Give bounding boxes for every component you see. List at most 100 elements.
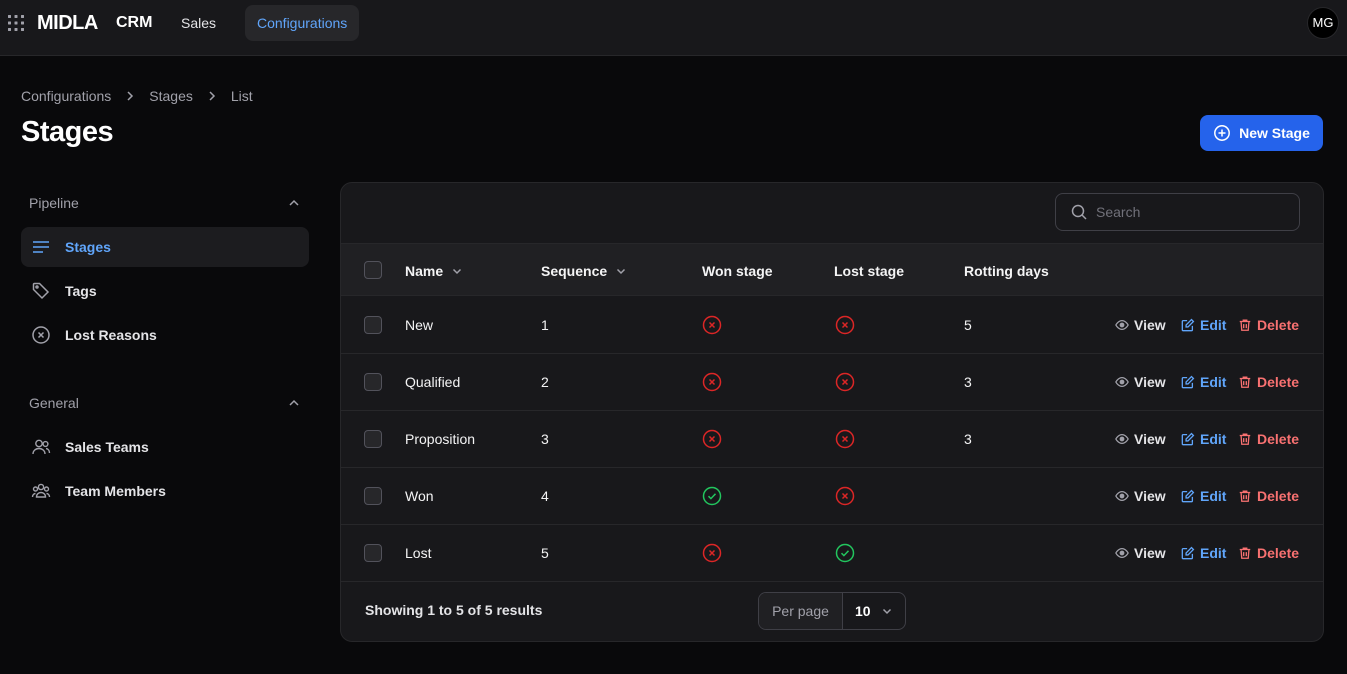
cell-name: New xyxy=(405,317,434,333)
chevron-down-icon xyxy=(615,265,627,277)
nav-sales[interactable]: Sales xyxy=(169,5,228,41)
cell-sequence: 5 xyxy=(541,545,549,561)
view-label: View xyxy=(1134,431,1166,447)
cell-lost-stage xyxy=(835,525,855,581)
delete-button[interactable]: Delete xyxy=(1238,297,1299,353)
edit-button[interactable]: Edit xyxy=(1181,297,1226,353)
trash-icon xyxy=(1238,489,1252,503)
sidebar-item-label: Team Members xyxy=(65,483,166,499)
select-all-checkbox[interactable] xyxy=(364,261,382,279)
column-header-sequence[interactable]: Sequence xyxy=(541,244,627,297)
breadcrumb-configurations[interactable]: Configurations xyxy=(21,88,111,104)
edit-button[interactable]: Edit xyxy=(1181,525,1226,581)
cell-won-stage xyxy=(702,354,722,410)
sidebar-group-header[interactable]: General xyxy=(21,391,309,415)
x-circle-icon xyxy=(702,543,722,563)
x-circle-icon xyxy=(835,486,855,506)
sidebar-item-label: Stages xyxy=(65,239,111,255)
pencil-square-icon xyxy=(1181,546,1195,560)
sidebar-group-general: General Sales Teams Team Members xyxy=(21,391,309,511)
user-avatar[interactable]: MG xyxy=(1307,7,1339,39)
sidebar-item-lost-reasons[interactable]: Lost Reasons xyxy=(21,315,309,355)
column-label: Won stage xyxy=(702,262,773,279)
sidebar-item-stages[interactable]: Stages xyxy=(21,227,309,267)
per-page-label: Per page xyxy=(759,593,843,629)
delete-button[interactable]: Delete xyxy=(1238,354,1299,410)
delete-label: Delete xyxy=(1257,545,1300,561)
eye-icon xyxy=(1115,432,1129,446)
app-grid-icon[interactable] xyxy=(7,14,25,32)
pencil-square-icon xyxy=(1181,489,1195,503)
new-stage-button[interactable]: New Stage xyxy=(1200,115,1323,151)
chevron-up-icon xyxy=(287,396,301,410)
pencil-square-icon xyxy=(1181,432,1195,446)
edit-button[interactable]: Edit xyxy=(1181,354,1226,410)
edit-button[interactable]: Edit xyxy=(1181,411,1226,467)
view-button[interactable]: View xyxy=(1115,354,1166,410)
view-button[interactable]: View xyxy=(1115,468,1166,524)
x-circle-icon xyxy=(702,372,722,392)
cell-sequence: 3 xyxy=(541,431,549,447)
per-page-select[interactable]: 10 xyxy=(843,593,905,629)
stages-table-card: Name Sequence Won stage Lost stage Rotti… xyxy=(340,182,1324,642)
sidebar-group-pipeline: Pipeline Stages Tags Lost Reasons xyxy=(21,191,309,355)
breadcrumb-stages[interactable]: Stages xyxy=(149,88,193,104)
cell-rotting-days: 3 xyxy=(964,431,972,447)
results-summary: Showing 1 to 5 of 5 results xyxy=(365,602,543,618)
pencil-square-icon xyxy=(1181,375,1195,389)
view-button[interactable]: View xyxy=(1115,297,1166,353)
row-checkbox[interactable] xyxy=(364,544,382,562)
delete-button[interactable]: Delete xyxy=(1238,525,1299,581)
sidebar-item-label: Lost Reasons xyxy=(65,327,157,343)
cell-name: Lost xyxy=(405,545,432,561)
table-row: Lost 5 View Edit Delete xyxy=(341,525,1323,582)
chevron-right-icon xyxy=(123,89,137,103)
sidebar-item-team-members[interactable]: Team Members xyxy=(21,471,309,511)
delete-label: Delete xyxy=(1257,317,1300,333)
cell-won-stage xyxy=(702,297,722,353)
edit-label: Edit xyxy=(1200,317,1227,333)
edit-button[interactable]: Edit xyxy=(1181,468,1226,524)
edit-label: Edit xyxy=(1200,374,1227,390)
bars-icon xyxy=(31,237,51,257)
user-group-icon xyxy=(31,481,51,501)
row-checkbox[interactable] xyxy=(364,430,382,448)
row-checkbox[interactable] xyxy=(364,487,382,505)
column-label: Rotting days xyxy=(964,262,1049,279)
column-header-rotting-days: Rotting days xyxy=(964,244,1049,297)
x-circle-icon xyxy=(31,325,51,345)
eye-icon xyxy=(1115,318,1129,332)
search-input[interactable] xyxy=(1096,204,1286,220)
row-checkbox[interactable] xyxy=(364,373,382,391)
chevron-up-icon xyxy=(287,196,301,210)
page-title: Stages xyxy=(21,116,114,148)
column-header-won-stage: Won stage xyxy=(702,244,773,297)
search-box[interactable] xyxy=(1055,193,1300,231)
nav-configurations[interactable]: Configurations xyxy=(245,5,360,41)
new-stage-button-label: New Stage xyxy=(1239,125,1310,141)
column-header-name[interactable]: Name xyxy=(405,244,463,297)
cell-sequence: 4 xyxy=(541,488,549,504)
sidebar-group-title: Pipeline xyxy=(29,195,79,211)
delete-button[interactable]: Delete xyxy=(1238,468,1299,524)
view-button[interactable]: View xyxy=(1115,525,1166,581)
x-circle-icon xyxy=(835,372,855,392)
sidebar-group-header[interactable]: Pipeline xyxy=(21,191,309,215)
cell-won-stage xyxy=(702,411,722,467)
row-checkbox[interactable] xyxy=(364,316,382,334)
sidebar-item-sales-teams[interactable]: Sales Teams xyxy=(21,427,309,467)
trash-icon xyxy=(1238,546,1252,560)
eye-icon xyxy=(1115,375,1129,389)
tag-icon xyxy=(31,281,51,301)
chevron-down-icon xyxy=(881,605,893,617)
trash-icon xyxy=(1238,432,1252,446)
top-navigation-bar: MIDLA CRM Sales Configurations MG xyxy=(0,0,1347,56)
column-label: Lost stage xyxy=(834,262,905,279)
view-button[interactable]: View xyxy=(1115,411,1166,467)
view-label: View xyxy=(1134,317,1166,333)
trash-icon xyxy=(1238,318,1252,332)
brand-logo[interactable]: MIDLA xyxy=(37,12,98,35)
sidebar-item-tags[interactable]: Tags xyxy=(21,271,309,311)
cell-name: Won xyxy=(405,488,434,504)
delete-button[interactable]: Delete xyxy=(1238,411,1299,467)
